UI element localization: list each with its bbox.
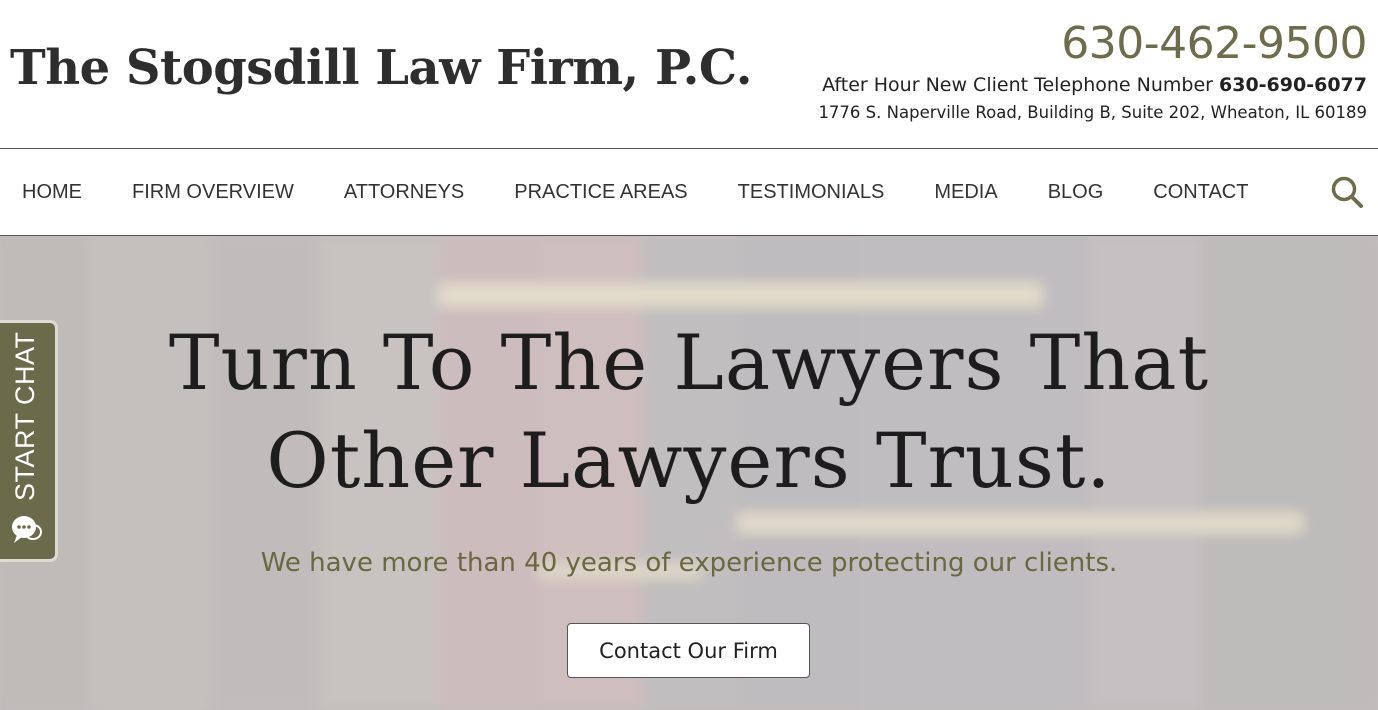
hero-headline: Turn To The Lawyers That Other Lawyers T… — [0, 314, 1378, 510]
start-chat-tab[interactable]: START CHAT — [0, 320, 58, 562]
office-address: 1776 S. Naperville Road, Building B, Sui… — [818, 103, 1367, 122]
nav-item-testimonials[interactable]: TESTIMONIALS — [738, 181, 885, 204]
chat-bubbles-icon — [9, 511, 45, 547]
hero-banner: Turn To The Lawyers That Other Lawyers T… — [0, 236, 1378, 710]
nav-item-attorneys[interactable]: ATTORNEYS — [344, 181, 464, 204]
nav-list: HOME FIRM OVERVIEW ATTORNEYS PRACTICE AR… — [0, 149, 1298, 235]
after-hours-phone-link[interactable]: 630-690-6077 — [1219, 74, 1367, 96]
after-hours-line: After Hour New Client Telephone Number 6… — [818, 72, 1367, 98]
site-header: The Stogsdill Law Firm, P.C. 630-462-950… — [0, 0, 1378, 148]
contact-block: 630-462-9500 After Hour New Client Telep… — [818, 16, 1367, 128]
nav-item-practice-areas[interactable]: PRACTICE AREAS — [514, 181, 687, 204]
main-phone-link[interactable]: 630-462-9500 — [818, 16, 1367, 72]
search-icon[interactable] — [1330, 175, 1364, 209]
start-chat-label: START CHAT — [10, 331, 40, 501]
hero-headline-line-2: Other Lawyers Trust. — [266, 416, 1112, 505]
after-hours-label: After Hour New Client Telephone Number — [822, 74, 1213, 96]
main-navigation: HOME FIRM OVERVIEW ATTORNEYS PRACTICE AR… — [0, 148, 1378, 236]
nav-item-blog[interactable]: BLOG — [1048, 181, 1104, 204]
nav-item-contact[interactable]: CONTACT — [1153, 181, 1248, 204]
firm-logo-title[interactable]: The Stogsdill Law Firm, P.C. — [10, 40, 752, 96]
hero-headline-line-1: Turn To The Lawyers That — [168, 318, 1210, 407]
nav-item-home[interactable]: HOME — [22, 181, 82, 204]
contact-our-firm-button[interactable]: Contact Our Firm — [567, 623, 810, 678]
hero-subheading: We have more than 40 years of experience… — [260, 548, 1118, 578]
nav-item-media[interactable]: MEDIA — [934, 181, 997, 204]
nav-item-firm-overview[interactable]: FIRM OVERVIEW — [132, 181, 294, 204]
